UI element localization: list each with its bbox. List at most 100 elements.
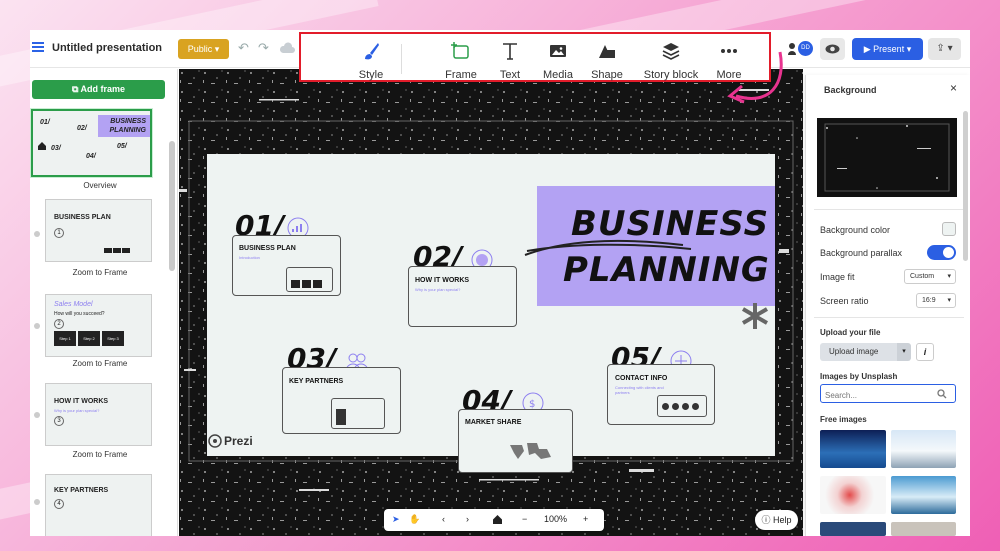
present-button[interactable]: ▶ Present ▾ (852, 38, 923, 60)
thumb-number: 1 (54, 228, 64, 238)
style-button[interactable]: Style (341, 40, 401, 81)
free-image-wave[interactable] (891, 476, 956, 514)
pointer-icon[interactable]: ➤ (392, 514, 400, 525)
panel-title: Background (824, 85, 877, 95)
story-block-label: Story block (643, 69, 699, 81)
frame-thumbnail-3[interactable]: HOW IT WORKS Why is your plan special? 3 (45, 383, 152, 446)
image-fit-value: Custom (910, 273, 935, 280)
screen-ratio-dropdown[interactable]: 16:9 ▾ (916, 293, 956, 308)
info-icon[interactable]: i (916, 343, 934, 361)
next-icon[interactable]: › (466, 514, 469, 524)
thumb-step: Step 2 (78, 331, 100, 346)
add-frame-label: Add frame (80, 84, 126, 94)
visibility-dropdown[interactable]: Public ▾ (178, 39, 229, 59)
shape-icon (599, 45, 615, 58)
scribble-line (524, 239, 692, 256)
thumb-caption: Zoom to Frame (72, 268, 128, 277)
frame-thumbnail-1[interactable]: BUSINESS PLAN 1 (45, 199, 152, 262)
sidebar-scrollbar[interactable] (169, 141, 175, 271)
frame-thumbnail-4[interactable]: KEY PARTNERS 4 (45, 474, 152, 536)
divider (814, 209, 964, 210)
image-fit-dropdown[interactable]: Custom ▾ (904, 269, 956, 284)
thumb-title: BUSINESS PLAN (54, 214, 111, 221)
parallax-toggle[interactable] (927, 245, 956, 260)
style-label: Style (358, 69, 384, 81)
share-export-button[interactable]: ⇪ ▾ (928, 38, 961, 60)
frame-thumbnail-2[interactable]: Sales Model How will you succeed? 2 Step… (45, 294, 152, 357)
zoom-in-icon[interactable]: + (583, 514, 588, 524)
upload-heading: Upload your file (820, 328, 881, 337)
visibility-label: Public (187, 44, 213, 54)
upload-image-label: Upload image (829, 347, 879, 356)
zoom-out-icon[interactable]: − (522, 514, 527, 524)
avatar: DD (798, 41, 813, 56)
home-icon (38, 142, 46, 150)
section-card-2[interactable] (408, 266, 517, 327)
text-icon (503, 43, 517, 60)
shape-label: Shape (591, 69, 623, 81)
prev-icon[interactable]: ‹ (442, 514, 445, 524)
unsplash-search-input[interactable] (820, 384, 956, 404)
prezi-editor-window: Untitled presentation Public ▾ ↶ ↷ DD ▶ … (30, 30, 970, 536)
add-frame-button[interactable]: ⧉ Add frame (32, 80, 165, 99)
thumb-subtitle: Why is your plan special? (54, 408, 100, 413)
panel-scrollbar[interactable] (963, 111, 968, 261)
zoom-level: 100% (544, 514, 568, 524)
close-icon[interactable]: × (950, 81, 957, 95)
free-image-abstract[interactable] (820, 476, 886, 514)
section-title: CONTACT INFO (615, 375, 668, 382)
upload-options-button[interactable]: ▾ (897, 343, 911, 361)
hand-icon[interactable]: ✋ (409, 514, 420, 525)
asterisk-icon (741, 303, 769, 329)
insert-toolbar: Style Frame Text Media Shape Story block… (299, 32, 771, 82)
world-map-icon (510, 443, 551, 459)
brush-icon (365, 43, 379, 60)
section-sub: Why is your plan special? (415, 287, 461, 292)
sidebar-dot (34, 323, 40, 329)
prezi-logo: Prezi (208, 432, 253, 450)
screen-ratio-label: Screen ratio (820, 296, 869, 306)
thumb-title: HOW IT WORKS (54, 398, 109, 405)
section-title: BUSINESS PLAN (239, 245, 296, 252)
section-sub: Connecting with clients and partners (615, 385, 664, 395)
layers-icon (662, 43, 680, 60)
prezi-brand: Prezi (224, 434, 253, 448)
background-parallax-label: Background parallax (820, 248, 903, 258)
free-image-more[interactable] (820, 522, 886, 536)
story-block-button[interactable]: Story block (638, 40, 704, 81)
divider (814, 317, 964, 318)
free-image-snow[interactable] (891, 430, 956, 468)
help-button[interactable]: ⓘ Help (755, 510, 798, 530)
thumb-step: Step 1 (54, 331, 76, 346)
presentation-title[interactable]: Untitled presentation (52, 42, 162, 54)
cloud-saved-icon (279, 42, 295, 53)
section-title: KEY PARTNERS (289, 378, 344, 385)
shape-button[interactable]: Shape (577, 40, 637, 81)
thumb-caption: Zoom to Frame (72, 450, 128, 459)
background-color-swatch[interactable] (942, 222, 956, 236)
sidebar-dot (34, 499, 40, 505)
background-preview[interactable] (817, 118, 957, 197)
search-input[interactable] (821, 387, 931, 404)
free-image-city[interactable] (820, 430, 886, 468)
menu-icon[interactable] (32, 42, 44, 52)
redo-icon[interactable]: ↷ (258, 40, 269, 56)
thumb-title: BUSINESS PLANNING (109, 118, 146, 134)
frames-sidebar: ⧉ Add frame BUSINESS PLANNING 01/ 02/ 03/… (30, 69, 178, 536)
eye-icon (825, 44, 840, 54)
help-label: Help (773, 515, 792, 525)
background-color-label: Background color (820, 225, 891, 235)
prezi-logo-icon (208, 434, 222, 448)
unsplash-heading: Images by Unsplash (820, 372, 898, 381)
thumb-caption: Overview (83, 181, 117, 190)
free-image-more[interactable] (891, 522, 956, 536)
screen-ratio-value: 16:9 (922, 297, 936, 304)
toolbar-divider (401, 44, 402, 74)
undo-icon[interactable]: ↶ (238, 40, 249, 56)
home-icon[interactable] (492, 514, 503, 525)
thumb-number: 2 (54, 319, 64, 329)
canvas[interactable]: BUSINESS PLANNING 01/ BUSINESS PLAN Intr… (179, 69, 803, 536)
frame-thumbnail-overview[interactable]: BUSINESS PLANNING 01/ 02/ 03/ 04/ 05/ (31, 109, 152, 177)
preview-button[interactable] (820, 38, 845, 60)
thumb-number: 4 (54, 499, 64, 509)
